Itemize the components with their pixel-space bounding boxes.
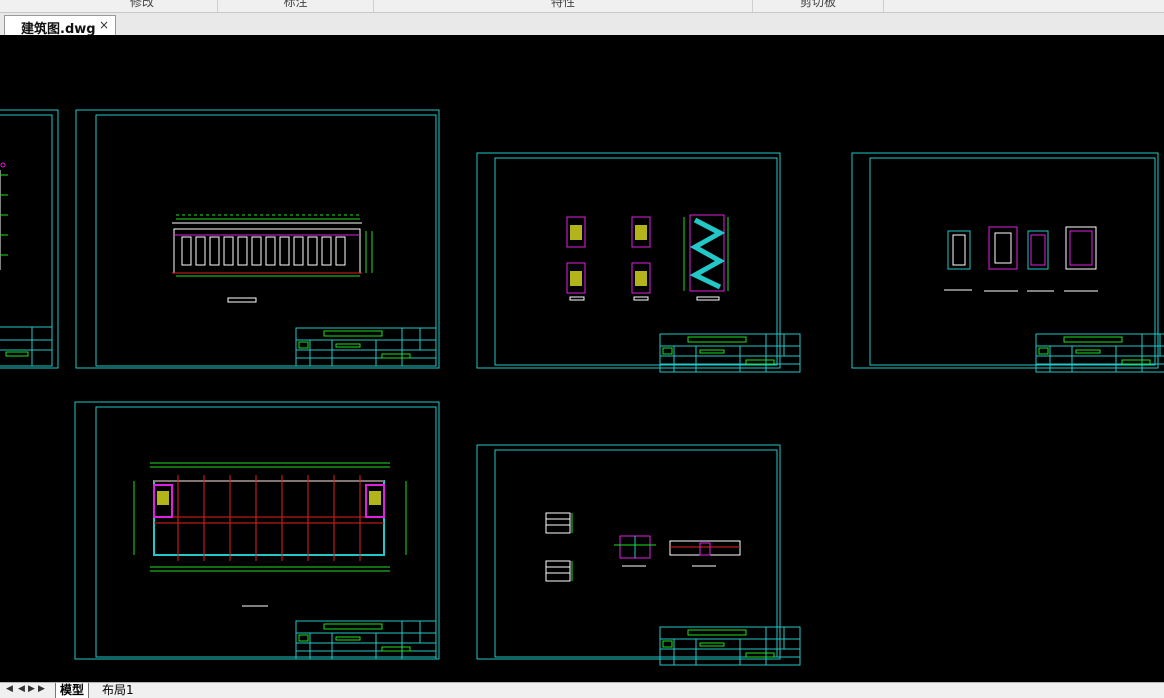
ribbon-group-label: 修改 — [129, 0, 154, 9]
drawing-sheet-details[interactable] — [476, 444, 801, 666]
drawing-canvas[interactable] — [0, 35, 1164, 682]
next-layout-icon[interactable]: ▶ — [28, 684, 35, 694]
document-tab-bar: 建筑图.dwg × — [0, 13, 1164, 37]
prev-layout-icon[interactable]: ◀ — [18, 684, 25, 694]
ribbon-group-label: 剪切板 — [799, 0, 836, 9]
ribbon-panel: 修改 标注 特性 剪切板 — [0, 0, 1164, 13]
tab-layout1[interactable]: 布局1 — [98, 683, 138, 698]
layout-tab-bar: ◀ ◀ ▶ ▶ 模型 布局1 — [0, 682, 1164, 698]
tab-model[interactable]: 模型 — [55, 683, 90, 698]
last-layout-icon[interactable]: ▶ — [38, 684, 45, 694]
document-tab[interactable]: 建筑图.dwg × — [4, 15, 116, 37]
first-layout-icon[interactable]: ◀ — [6, 684, 13, 694]
ribbon-group-properties[interactable]: 特性 — [374, 0, 753, 12]
drawing-sheet-elevation[interactable] — [75, 109, 440, 369]
ribbon-group-label: 标注 — [283, 0, 308, 9]
ribbon-group-dimension[interactable]: 标注 — [218, 0, 374, 12]
drawing-svg — [0, 109, 1164, 666]
ribbon-group-label: 特性 — [550, 0, 575, 9]
close-icon[interactable]: × — [99, 18, 109, 32]
ribbon-group-modify[interactable]: 修改 — [67, 0, 218, 12]
drawing-sheet-stairs[interactable] — [476, 152, 801, 373]
ribbon-group-clipboard[interactable]: 剪切板 — [753, 0, 884, 12]
drawing-sheet-sections[interactable] — [851, 152, 1164, 373]
drawing-sheet-floor-plan[interactable] — [74, 401, 440, 660]
drawing-sheet-partial[interactable] — [0, 109, 59, 369]
